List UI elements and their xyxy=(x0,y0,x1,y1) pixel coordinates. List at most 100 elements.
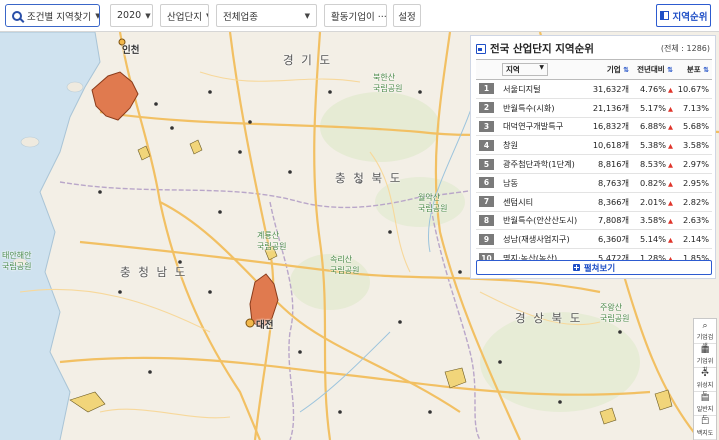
company-count: 6,360개 xyxy=(588,229,632,250)
search-icon xyxy=(12,10,22,21)
rank-badge: 2 xyxy=(479,102,494,114)
table-row[interactable]: 8 반월특수(안산산도시) 7,808개 3.58% ▲ 2.63% xyxy=(476,211,712,231)
map-label-daejeon: 대전 xyxy=(256,320,274,331)
yoy-column-header[interactable]: 전년대비 ⇅ xyxy=(632,59,676,80)
rank-cell: 4 xyxy=(476,135,498,156)
region-rank-button[interactable]: 지역순위 xyxy=(656,4,711,27)
map-label-chungnam: 충 청 남 도 xyxy=(120,265,188,279)
table-row[interactable]: 2 반월특수(시화) 21,136개 5.17% ▲ 7.13% xyxy=(476,98,712,118)
rank-cell: 3 xyxy=(476,117,498,137)
map-label-songnisan: 속리산 국립공원 xyxy=(330,255,360,275)
tool-button-search[interactable]: ⌕ 기업검색 xyxy=(694,319,716,350)
region-name: 남동 xyxy=(498,173,588,193)
rank-badge: 6 xyxy=(479,177,494,189)
share-value: 10.67% xyxy=(676,79,712,99)
yoy-cell: 0.82% ▲ xyxy=(632,173,676,193)
yoy-value: 5.17% xyxy=(639,102,666,113)
region-rank-label: 지역순위 xyxy=(672,11,708,23)
sort-icon: ⇅ xyxy=(664,66,673,74)
yoy-value: 6.88% xyxy=(639,121,666,132)
tool-button-map[interactable]: ▤ 일반지도 xyxy=(694,391,716,422)
rank-cell: 9 xyxy=(476,229,498,250)
rank-cell: 8 xyxy=(476,211,498,231)
region-name: 서울디지털 xyxy=(498,79,588,99)
panel-icon xyxy=(659,11,669,20)
tool-button-satellite[interactable]: ✣ 위성지도 xyxy=(694,367,716,398)
chevron-down-icon: ▼ xyxy=(539,64,544,71)
yoy-cell: 5.17% ▲ xyxy=(632,98,676,118)
map-label-gyeryongsan: 계룡산 국립공원 xyxy=(257,231,287,251)
map-label-juwangsan: 주왕산 국립공원 xyxy=(600,303,630,323)
ranking-icon xyxy=(476,43,486,54)
sort-icon: ⇅ xyxy=(620,66,629,74)
companies-column-header[interactable]: 기업 ⇅ xyxy=(588,59,632,80)
sort-icon: ⇅ xyxy=(700,66,709,74)
region-search-dropdown[interactable]: 조건별 지역찾기 ▼ xyxy=(5,4,100,27)
complex-value: 산업단지 xyxy=(167,11,202,23)
table-row[interactable]: 5 광주첨단과학(1단계) 8,816개 8.53% ▲ 2.97% xyxy=(476,154,712,174)
year-select[interactable]: 2020 ▼ xyxy=(110,4,153,27)
setting-button[interactable]: 설정 xyxy=(393,4,421,27)
chevron-down-icon: ▼ xyxy=(91,12,99,20)
yoy-header-label: 전년대비 xyxy=(637,65,665,74)
share-value: 2.82% xyxy=(676,192,712,212)
share-value: 2.14% xyxy=(676,229,712,250)
yoy-cell: 6.88% ▲ xyxy=(632,117,676,137)
panel-title: 전국 산업단지 지역순위 xyxy=(476,41,594,56)
yoy-cell: 3.58% ▲ xyxy=(632,211,676,231)
company-count: 8,366개 xyxy=(588,192,632,212)
table-row[interactable]: 3 대덕연구개발특구 16,832개 6.88% ▲ 5.68% xyxy=(476,117,712,137)
region-column-select[interactable]: 지역 ▼ xyxy=(498,59,588,80)
rank-cell: 2 xyxy=(476,98,498,118)
search-icon: ⌕ xyxy=(702,321,708,331)
company-count: 7,808개 xyxy=(588,211,632,231)
rank-badge: 5 xyxy=(479,158,494,170)
region-name: 창원 xyxy=(498,135,588,156)
arrow-up-icon: ▲ xyxy=(668,104,673,113)
arrow-up-icon: ▲ xyxy=(668,142,673,151)
complex-select[interactable]: 산업단지 ▼ xyxy=(160,4,209,27)
year-value: 2020 xyxy=(117,10,142,21)
share-header-label: 분포 xyxy=(686,65,701,74)
expand-label: 펼쳐보기 xyxy=(583,263,616,274)
arrow-up-icon: ▲ xyxy=(668,123,673,132)
table-row[interactable]: 9 성남(재생사업지구) 6,360개 5.14% ▲ 2.14% xyxy=(476,229,712,250)
region-ranking-panel: 전국 산업단지 지역순위 (전체 : 1286) 지역 ▼ 기업 ⇅ 전년대비 ⇅… xyxy=(470,35,716,279)
region-name: 성남(재생사업지구) xyxy=(498,229,588,250)
chevron-down-icon: ▼ xyxy=(202,12,208,20)
yoy-cell: 4.76% ▲ xyxy=(632,79,676,99)
rank-badge: 1 xyxy=(479,83,494,95)
share-value: 2.95% xyxy=(676,173,712,193)
arrow-up-icon: ▲ xyxy=(668,179,673,188)
table-row[interactable]: 4 창원 10,618개 5.38% ▲ 3.58% xyxy=(476,135,712,156)
table-row[interactable]: 6 남동 8,763개 0.82% ▲ 2.95% xyxy=(476,173,712,193)
yoy-value: 0.82% xyxy=(639,177,666,188)
yoy-value: 5.38% xyxy=(639,140,666,151)
yoy-cell: 2.01% ▲ xyxy=(632,192,676,212)
yoy-value: 5.14% xyxy=(639,234,666,245)
share-column-header[interactable]: 분포 ⇅ xyxy=(676,59,712,80)
region-search-label: 조건별 지역찾기 xyxy=(27,11,92,23)
map-label-gyeongbuk: 경 상 북 도 xyxy=(515,311,583,325)
expand-button[interactable]: 펼쳐보기 xyxy=(476,260,712,275)
tool-button-blank-map[interactable]: ☐ 백지도 xyxy=(694,415,716,440)
tool-button-building[interactable]: ▦ 기업위치 xyxy=(694,343,716,374)
industry-select[interactable]: 전체업종 ▼ xyxy=(216,4,317,27)
yoy-value: 2.01% xyxy=(639,196,666,207)
table-row[interactable]: 7 센텀시티 8,366개 2.01% ▲ 2.82% xyxy=(476,192,712,212)
activity-select[interactable]: 활동기업이 ··· ▼ xyxy=(324,4,387,27)
map-tools: ⌕ 기업검색 ▦ 기업위치 ✣ 위성지도 ▤ 일반지도 ☐ 백지도 xyxy=(693,318,717,440)
plus-icon xyxy=(572,264,580,271)
satellite-icon: ✣ xyxy=(701,369,709,379)
rank-cell: 1 xyxy=(476,79,498,99)
map-icon: ▤ xyxy=(700,393,710,403)
arrow-up-icon: ▲ xyxy=(668,198,673,207)
panel-title-text: 전국 산업단지 지역순위 xyxy=(490,43,594,55)
share-value: 2.97% xyxy=(676,154,712,174)
blank-map-icon: ☐ xyxy=(700,417,710,427)
ranking-header-row: 지역 ▼ 기업 ⇅ 전년대비 ⇅ 분포 ⇅ xyxy=(476,59,712,80)
table-row[interactable]: 1 서울디지털 31,632개 4.76% ▲ 10.67% xyxy=(476,79,712,99)
tool-label: 백지도 xyxy=(696,430,714,437)
activity-value: 활동기업이 ··· xyxy=(331,11,387,23)
map-label-bukhansan: 북한산 국립공원 xyxy=(373,73,403,93)
